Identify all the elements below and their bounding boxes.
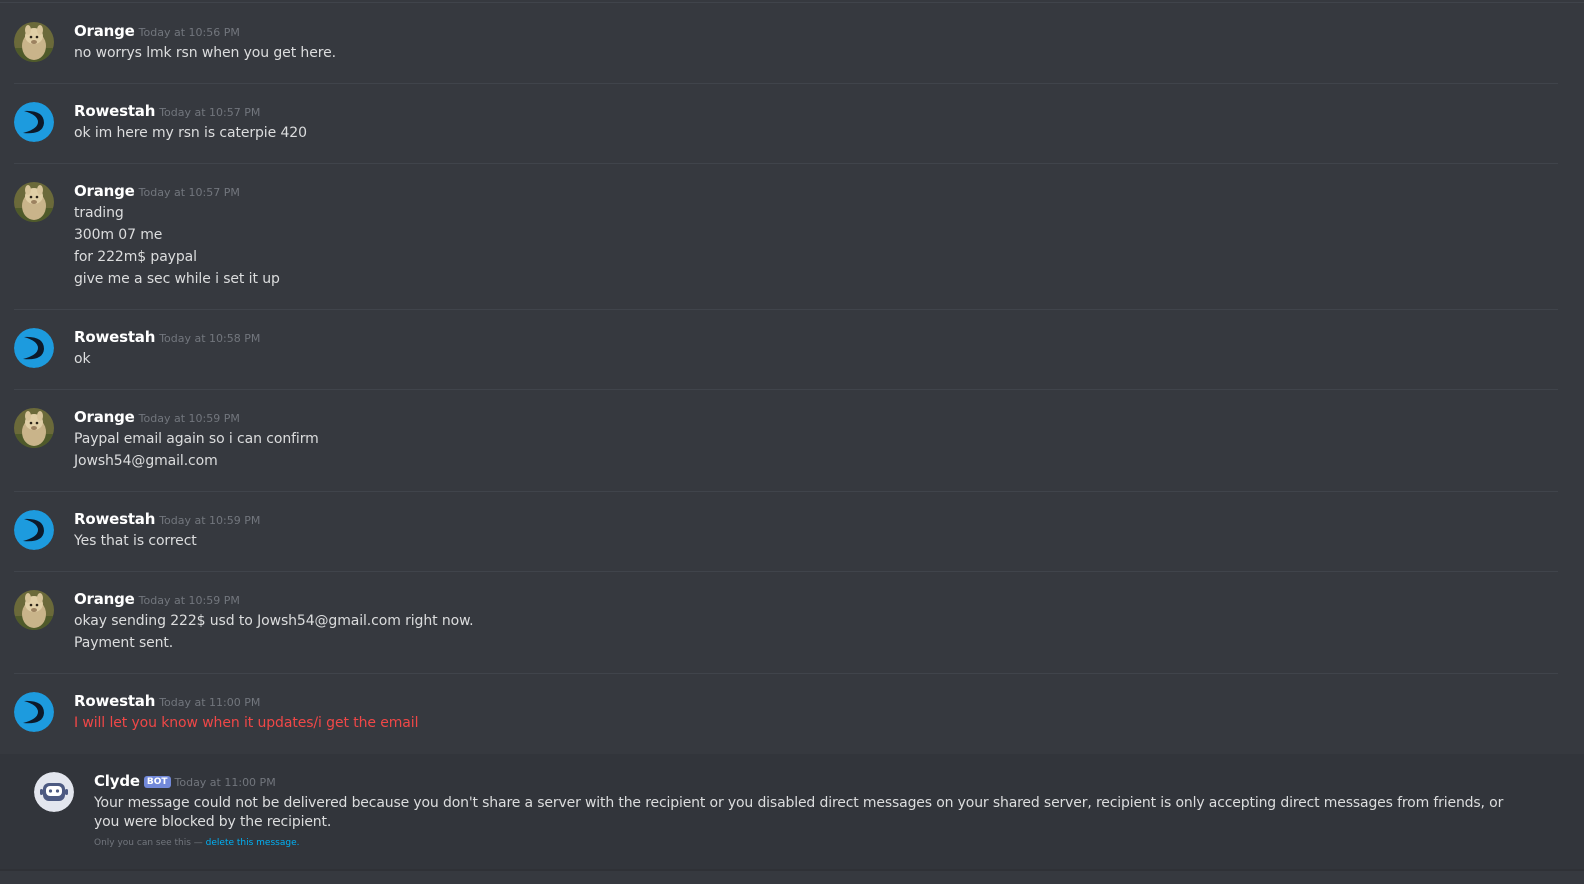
timestamp: Today at 10:57 PM — [138, 186, 240, 199]
blue-swoosh-avatar[interactable] — [14, 510, 54, 550]
blue-swoosh-avatar[interactable] — [14, 692, 54, 732]
alpaca-avatar[interactable] — [14, 22, 54, 62]
message-group: Orange Today at 10:56 PM no worrys lmk rs… — [0, 0, 1584, 84]
system-message: Clyde BOT Today at 11:00 PM Your message c… — [0, 754, 1584, 869]
divider — [0, 869, 1584, 871]
message-group: Rowestah Today at 11:00 PM I will let you… — [0, 674, 1584, 754]
username[interactable]: Orange — [74, 408, 135, 426]
username[interactable]: Rowestah — [74, 510, 155, 528]
username[interactable]: Rowestah — [74, 692, 155, 710]
timestamp: Today at 10:56 PM — [138, 26, 240, 39]
message-text: Paypal email again so i can confirm — [74, 431, 319, 447]
timestamp: Today at 11:00 PM — [159, 696, 261, 709]
blue-swoosh-avatar[interactable] — [14, 102, 54, 142]
message-text: ok im here my rsn is caterpie 420 — [74, 125, 307, 141]
clyde-bot-avatar[interactable] — [34, 772, 74, 812]
message-group: Rowestah Today at 10:58 PM ok — [0, 310, 1584, 390]
message-text: give me a sec while i set it up — [74, 271, 280, 287]
username[interactable]: Rowestah — [74, 328, 155, 346]
bot-badge: BOT — [143, 776, 171, 788]
message-text: okay sending 222$ usd to Jowsh54@gmail.c… — [74, 613, 474, 629]
username[interactable]: Rowestah — [74, 102, 155, 120]
ephemeral-note: Only you can see this — delete this mess… — [94, 838, 299, 848]
alpaca-avatar[interactable] — [14, 590, 54, 630]
username[interactable]: Orange — [74, 22, 135, 40]
message-group: Orange Today at 10:57 PM trading 300m 07 … — [0, 164, 1584, 310]
timestamp: Today at 10:57 PM — [159, 106, 261, 119]
message-text: Payment sent. — [74, 635, 174, 651]
failed-message-text: I will let you know when it updates/i ge… — [74, 715, 419, 731]
username[interactable]: Orange — [74, 182, 135, 200]
message-text: Jowsh54@gmail.com — [74, 453, 218, 469]
username[interactable]: Clyde — [94, 772, 140, 790]
delete-message-link[interactable]: delete this message. — [206, 838, 300, 848]
blue-swoosh-avatar[interactable] — [14, 328, 54, 368]
username[interactable]: Orange — [74, 590, 135, 608]
timestamp: Today at 10:59 PM — [159, 514, 261, 527]
message-group: Rowestah Today at 10:59 PM Yes that is co… — [0, 492, 1584, 572]
message-group: Orange Today at 10:59 PM Paypal email aga… — [0, 390, 1584, 492]
message-group: Rowestah Today at 10:57 PM ok im here my … — [0, 84, 1584, 164]
timestamp: Today at 10:58 PM — [159, 332, 261, 345]
message-text: for 222m$ paypal — [74, 249, 197, 265]
timestamp: Today at 10:59 PM — [138, 594, 240, 607]
message-text: trading — [74, 205, 124, 221]
timestamp: Today at 10:59 PM — [138, 412, 240, 425]
chat-log: Orange Today at 10:56 PM no worrys lmk rs… — [0, 0, 1584, 884]
alpaca-avatar[interactable] — [14, 408, 54, 448]
message-text: ok — [74, 351, 91, 367]
alpaca-avatar[interactable] — [14, 182, 54, 222]
timestamp: Today at 11:00 PM — [174, 776, 276, 789]
ephemeral-note-label: Only you can see this — — [94, 838, 206, 848]
message-text: no worrys lmk rsn when you get here. — [74, 45, 336, 61]
message-text: 300m 07 me — [74, 227, 163, 243]
system-message-text: Your message could not be delivered beca… — [94, 795, 1504, 830]
message-group: Orange Today at 10:59 PM okay sending 222… — [0, 572, 1584, 674]
message-text: Yes that is correct — [74, 533, 197, 549]
